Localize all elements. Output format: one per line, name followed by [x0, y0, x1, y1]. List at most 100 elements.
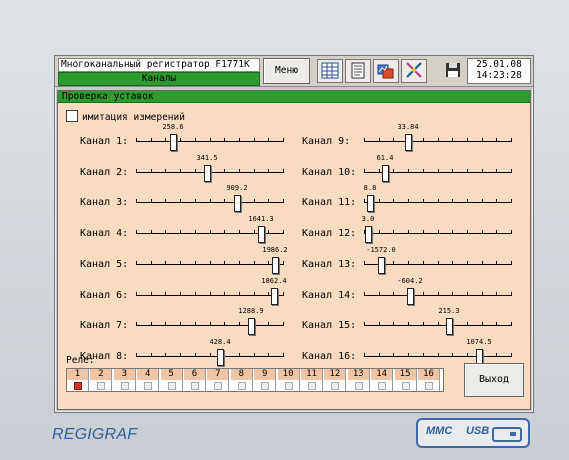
- slider-tick: [408, 322, 409, 327]
- slider-tick: [180, 199, 181, 204]
- slider-tick: [165, 199, 166, 204]
- setpoint-slider[interactable]: 8.8: [364, 184, 512, 213]
- slider-thumb[interactable]: [382, 164, 389, 182]
- slider-tick: [136, 230, 137, 235]
- setpoint-slider[interactable]: 215.3: [364, 307, 512, 336]
- slider-tick: [239, 291, 240, 296]
- slider-thumb[interactable]: [248, 318, 255, 336]
- menu-button[interactable]: Меню: [263, 58, 310, 84]
- relay-number: 3: [113, 369, 135, 380]
- slider-tick: [467, 352, 468, 357]
- slider-tick: [180, 230, 181, 235]
- setpoint-slider[interactable]: 909.2: [136, 184, 284, 213]
- setpoint-slider[interactable]: 61.4: [364, 154, 512, 182]
- setpoint-slider[interactable]: 1641.3: [136, 215, 284, 244]
- slider-tick: [408, 199, 409, 204]
- table-button[interactable]: [317, 59, 343, 83]
- relay-indicator: [167, 382, 176, 390]
- slider-tick: [423, 291, 424, 296]
- setpoint-value: 1986.2: [262, 245, 288, 254]
- charts-button[interactable]: [373, 59, 399, 83]
- slider-tick: [224, 168, 225, 173]
- save-disk-icon[interactable]: [445, 62, 461, 78]
- slider-thumb[interactable]: [378, 256, 385, 274]
- slider-thumb[interactable]: [271, 287, 278, 305]
- measure-tool-button[interactable]: [401, 59, 427, 83]
- slider-tick: [268, 199, 269, 204]
- slider-tick: [467, 291, 468, 296]
- slider-tick: [379, 168, 380, 173]
- relay-cell: 1: [67, 369, 89, 391]
- slider-thumb[interactable]: [170, 134, 177, 151]
- relay-number: 4: [137, 369, 159, 380]
- slider-tick: [467, 168, 468, 173]
- slider-thumb[interactable]: [365, 226, 372, 244]
- slider-tick: [136, 138, 137, 142]
- slider-tick: [393, 322, 394, 327]
- setpoint-slider[interactable]: 1862.4: [136, 277, 287, 305]
- setpoint-value: -604.2: [397, 276, 423, 285]
- slider-tick: [511, 230, 512, 235]
- setpoint-slider[interactable]: 1074.5: [364, 338, 512, 366]
- setpoint-slider[interactable]: -604.2: [364, 277, 512, 305]
- slider-tick: [268, 230, 269, 235]
- setpoint-slider[interactable]: 1288.9: [136, 307, 284, 336]
- slider-tick: [393, 199, 394, 204]
- setpoint-slider[interactable]: 3.0: [362, 215, 512, 244]
- relay-cell: 11: [301, 369, 323, 391]
- slider-tick: [165, 230, 166, 235]
- slider-thumb[interactable]: [204, 164, 211, 182]
- slider-thumb[interactable]: [217, 348, 224, 366]
- slider-tick: [438, 322, 439, 327]
- setpoint-value: -1572.0: [366, 245, 396, 254]
- simulate-checkbox[interactable]: [66, 110, 78, 122]
- slider-tick: [423, 322, 424, 327]
- setpoint-value: 215.3: [438, 307, 460, 316]
- relay-number: 2: [90, 369, 112, 380]
- setpoint-value: 258.6: [162, 123, 184, 131]
- relay-cell: 13: [347, 369, 370, 391]
- slider-tick: [423, 168, 424, 173]
- setpoint-value: 61.4: [376, 153, 394, 162]
- setpoint-value: 341.5: [196, 153, 218, 162]
- channel-label: Канал 14:: [302, 289, 357, 301]
- slider-tick: [438, 199, 439, 204]
- slider-thumb[interactable]: [258, 226, 265, 244]
- channel-label: Канал 5:: [80, 258, 129, 270]
- slider-thumb[interactable]: [234, 195, 241, 213]
- setpoint-slider[interactable]: 33.84: [364, 123, 512, 151]
- slider-tick: [438, 138, 439, 142]
- channel-label: Канал 13:: [302, 258, 357, 270]
- slider-tick: [482, 199, 483, 204]
- document-button[interactable]: [345, 59, 371, 83]
- slider-thumb[interactable]: [367, 195, 374, 213]
- screen: Многоканальный регистратор F1771К Каналы…: [54, 55, 534, 413]
- slider-tick: [239, 260, 240, 265]
- slider-thumb[interactable]: [405, 134, 412, 151]
- slider-thumb[interactable]: [446, 318, 453, 336]
- slider-thumb[interactable]: [407, 287, 414, 305]
- simulate-toggle[interactable]: имитация измерений: [66, 110, 185, 123]
- slider-tick: [393, 352, 394, 357]
- setpoint-slider[interactable]: 428.4: [136, 338, 284, 366]
- setpoint-slider[interactable]: 341.5: [136, 154, 284, 182]
- charts-icon: [377, 64, 394, 79]
- slider-tick: [364, 138, 365, 142]
- setpoint-slider[interactable]: 258.6: [136, 123, 284, 151]
- setpoint-value: 1288.9: [238, 307, 264, 316]
- relay-grid: 1 2 3 4 5 6 7 8 9 10 11 12 13 14 15 16: [66, 368, 444, 392]
- relay-indicator: [144, 382, 153, 390]
- slider-tick: [151, 260, 152, 265]
- exit-button[interactable]: Выход: [464, 363, 524, 397]
- slider-tick: [364, 322, 365, 327]
- slider-tick: [408, 168, 409, 173]
- slider-tick: [195, 199, 196, 204]
- slider-tick: [165, 138, 166, 142]
- slider-thumb[interactable]: [272, 256, 279, 274]
- slider-tick: [511, 168, 512, 173]
- setpoint-slider[interactable]: 1986.2: [136, 246, 288, 274]
- slider-tick: [393, 168, 394, 173]
- setpoint-slider[interactable]: -1572.0: [364, 246, 512, 274]
- setpoint-value: 8.8: [363, 184, 377, 193]
- slider-tick: [511, 260, 512, 265]
